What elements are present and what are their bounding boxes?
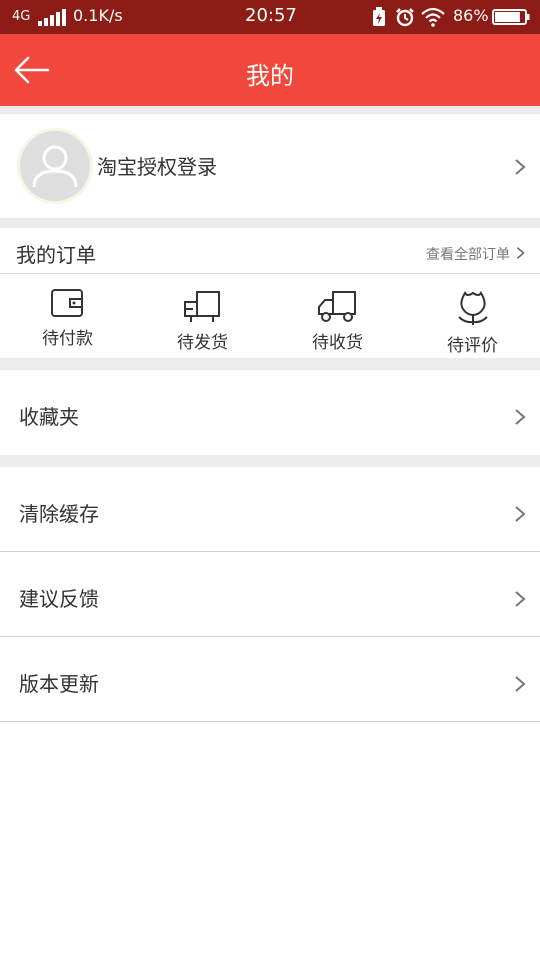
view-all-orders-link[interactable]: 查看全部订单 [426,244,510,264]
order-status-grid: 待付款 待发货 待收货 待评价 [0,274,540,358]
battery-charging-icon [373,7,385,26]
feedback-row[interactable]: 建议反馈 [0,552,540,637]
wallet-icon [51,289,83,317]
network-type: 4G [12,9,31,24]
alarm-icon [396,8,414,27]
truck-icon [318,291,356,322]
avatar [20,131,90,201]
version-update-row[interactable]: 版本更新 [0,637,540,722]
clear-cache-row[interactable]: 清除缓存 [0,467,540,552]
section-divider [0,455,540,467]
order-status-label: 待评价 [447,336,498,356]
chevron-right-icon [515,676,526,692]
chevron-right-icon [515,159,526,175]
order-status-label: 待收货 [312,333,363,353]
orders-header: 我的订单 查看全部订单 [0,228,540,274]
taobao-login-row[interactable]: 淘宝授权登录 [0,114,540,218]
order-status-label: 待发货 [177,333,228,353]
app-bar: 我的 [0,34,540,106]
login-label: 淘宝授权登录 [97,155,217,179]
order-pending-receipt[interactable]: 待收货 [270,274,405,358]
chevron-right-icon [517,247,525,259]
chevron-right-icon [515,409,526,425]
wifi-icon [421,7,445,27]
order-pending-review[interactable]: 待评价 [405,274,540,358]
signal-icon [38,9,66,26]
section-divider [0,218,540,228]
order-pending-shipment[interactable]: 待发货 [135,274,270,358]
page-title: 我的 [246,62,294,90]
user-placeholder-icon [32,145,78,188]
status-bar: 4G 0.1K/s 20:57 86% [0,0,540,34]
orders-title: 我的订单 [16,243,96,267]
battery-percent: 86% [453,6,489,25]
section-divider [0,106,540,114]
chevron-right-icon [515,591,526,607]
version-update-label: 版本更新 [19,672,99,696]
chevron-right-icon [515,506,526,522]
favorites-label: 收藏夹 [19,405,79,429]
order-pending-payment[interactable]: 待付款 [0,274,135,358]
feedback-label: 建议反馈 [19,587,99,611]
package-icon [184,291,220,322]
clock: 20:57 [245,5,297,26]
network-speed: 0.1K/s [73,6,123,25]
section-divider [0,358,540,370]
clear-cache-label: 清除缓存 [19,502,99,526]
order-status-label: 待付款 [42,329,93,349]
flower-icon [458,290,488,325]
battery-icon [492,9,530,25]
favorites-row[interactable]: 收藏夹 [0,370,540,455]
